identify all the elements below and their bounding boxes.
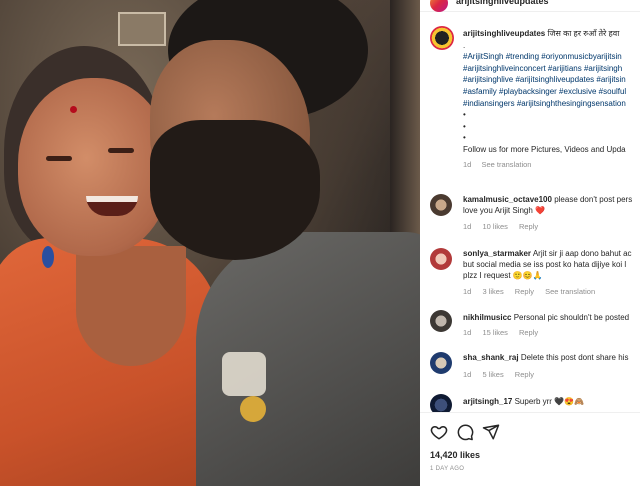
comment-username[interactable]: kamalmusic_octave100 — [463, 195, 552, 204]
header-username[interactable]: arijitsinghliveupdates — [456, 0, 549, 6]
bindi — [70, 106, 77, 113]
comments-panel: arijitsinghliveupdates arijitsinghliveup… — [420, 0, 640, 486]
comment-likes[interactable]: 3 likes — [482, 287, 503, 296]
comment-text: Delete this post dont share his — [520, 353, 629, 362]
see-translation-link[interactable]: See translation — [545, 287, 595, 296]
comment-text: love you Arijit Singh ❤️ — [463, 206, 545, 215]
comment-likes[interactable]: 5 likes — [482, 370, 503, 379]
reply-button[interactable]: Reply — [515, 370, 534, 379]
comment-text: Superb yrr 🖤😍🙈 — [514, 397, 585, 406]
commenter-avatar[interactable] — [430, 352, 452, 374]
wall-frame — [118, 12, 166, 46]
woman-face — [18, 78, 170, 256]
tshirt-print — [222, 352, 266, 396]
hashtag-line[interactable]: #indiansingers #arijitsinghthesingingsen… — [463, 98, 640, 110]
blue-earring — [42, 246, 54, 268]
post-photo[interactable] — [0, 0, 420, 486]
tshirt-print-detail — [240, 396, 266, 422]
caption-bullet: • — [463, 110, 466, 120]
reply-button[interactable]: Reply — [515, 287, 534, 296]
comment-time: 1d — [463, 328, 472, 337]
caption-username[interactable]: arijitsinghliveupdates — [463, 29, 545, 38]
caption-avatar[interactable] — [430, 26, 454, 50]
woman-eye-left — [46, 156, 72, 161]
comment-username[interactable]: arjitsingh_17 — [463, 397, 512, 406]
post-actions: 14,420 likes 1 DAY AGO — [420, 412, 640, 486]
post-header: arijitsinghliveupdates — [420, 0, 640, 12]
caption-text: जिस का हर रुआँ तेरे हवा — [547, 29, 620, 38]
comment-text: plzz I request 🙂😊🙏 — [463, 271, 543, 280]
see-translation-link[interactable]: See translation — [481, 160, 531, 169]
commenter-avatar[interactable] — [430, 248, 452, 270]
header-avatar[interactable] — [430, 0, 448, 12]
commenter-avatar[interactable] — [430, 310, 452, 332]
comment-time: 1d — [463, 222, 472, 231]
caption-bullet: • — [463, 133, 466, 143]
comment-text: but social media se iss post ko hata dij… — [463, 260, 627, 269]
comment-username[interactable]: sha_shank_raj — [463, 353, 519, 362]
hashtag-line[interactable]: #ArijitSingh #trending #oriyonmusicbyari… — [463, 51, 640, 63]
hashtag-line[interactable]: #arijitsinghliveinconcert #arijitians #a… — [463, 63, 640, 75]
comment-likes[interactable]: 15 likes — [482, 328, 507, 337]
comment-username[interactable]: sonlya_starmaker — [463, 249, 531, 258]
comment-time: 1d — [463, 370, 472, 379]
caption-dot: . — [463, 40, 466, 50]
man-beard — [150, 120, 320, 260]
comment-username[interactable]: nikhilmusicc — [463, 313, 511, 322]
reply-button[interactable]: Reply — [519, 222, 538, 231]
reply-button[interactable]: Reply — [519, 328, 538, 337]
commenter-avatar[interactable] — [430, 194, 452, 216]
comment-icon[interactable] — [456, 423, 474, 441]
likes-count[interactable]: 14,420 likes — [430, 450, 480, 460]
comment-likes[interactable]: 10 likes — [482, 222, 507, 231]
caption-time: 1d — [463, 159, 472, 169]
caption-bullet: • — [463, 121, 466, 131]
hashtag-line[interactable]: #arijitsinghlive #arijitsinghliveupdates… — [463, 74, 640, 86]
share-icon[interactable] — [482, 423, 500, 441]
caption-footer: Follow us for more Pictures, Videos and … — [463, 144, 626, 154]
comment-time: 1d — [463, 287, 472, 296]
woman-neck — [76, 246, 186, 366]
comment-text: Arjit sir ji aap dono bahut ac — [532, 249, 632, 258]
woman-eye-right — [108, 148, 134, 153]
post-timestamp: 1 DAY AGO — [430, 466, 465, 472]
caption-first-line: arijitsinghliveupdates जिस का हर रुआँ ते… — [463, 28, 640, 40]
hashtag-line[interactable]: #asfamily #playbacksinger #exclusive #so… — [463, 86, 640, 98]
heart-icon[interactable] — [430, 423, 448, 441]
comment-text: please don't post pers — [554, 195, 633, 204]
comment-text: Personal pic shouldn't be posted — [513, 313, 630, 322]
